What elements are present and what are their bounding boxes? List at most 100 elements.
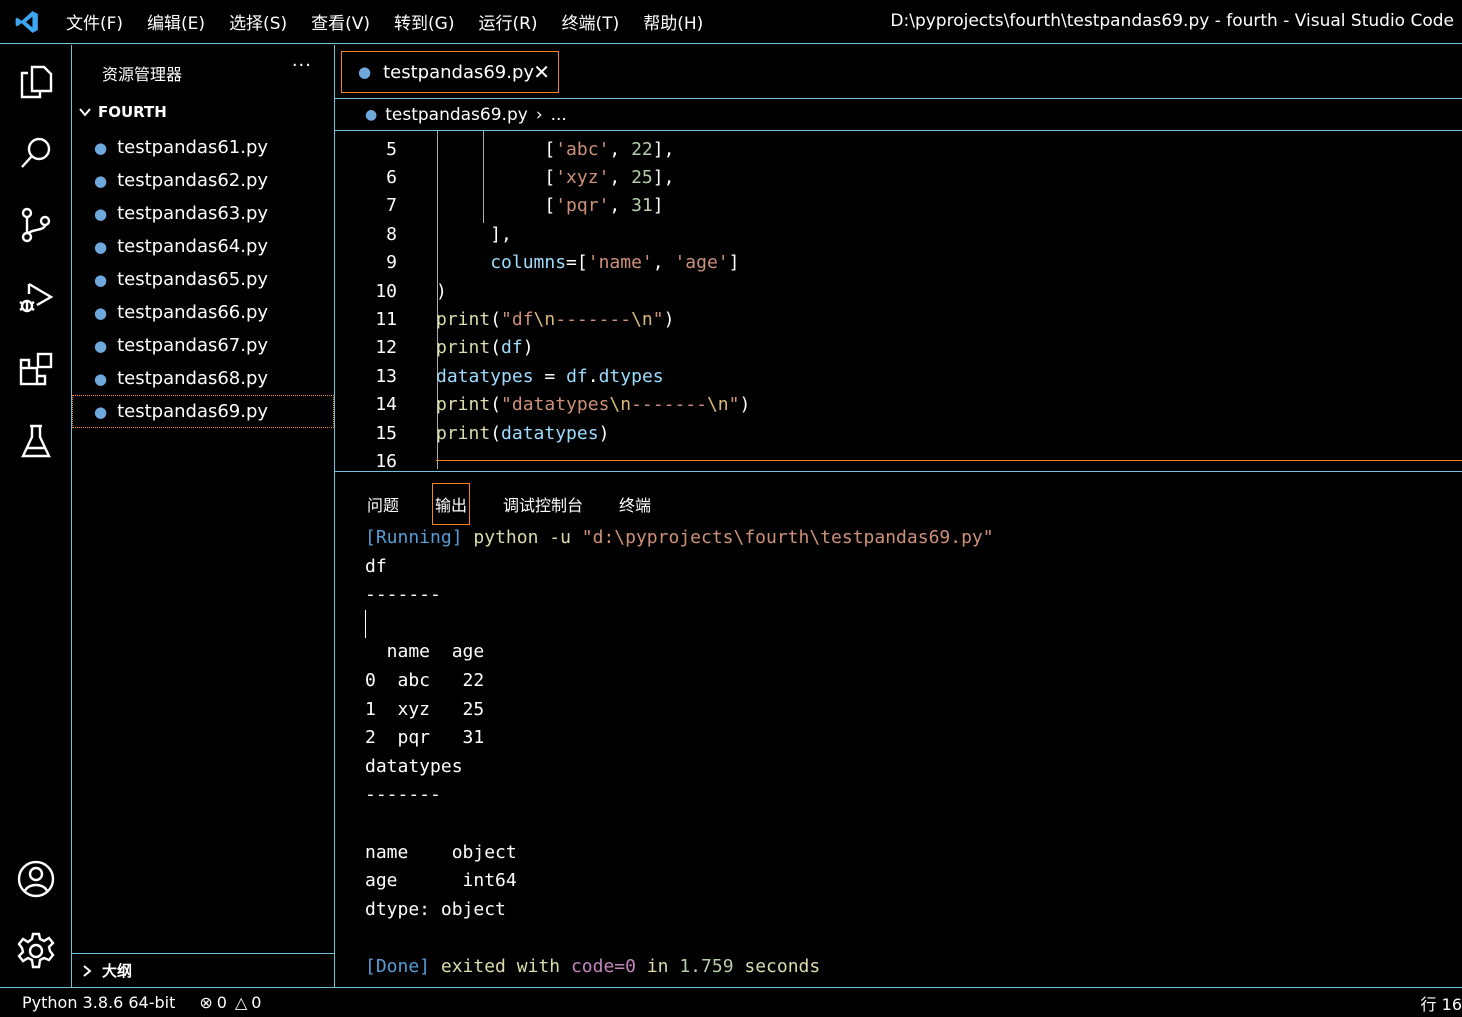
editor-area: ● testpandas69.py ✕ ● testpandas69.py › … [335, 45, 1462, 987]
output-line: name object [365, 841, 517, 863]
line-number: 7 [386, 195, 397, 216]
code-line: ['abc', 22], [544, 139, 675, 160]
output-line: 0 abc 22 [365, 669, 485, 691]
menu-file[interactable]: 文件(F) [54, 9, 135, 34]
file-item[interactable]: ● testpandas67.py [72, 329, 334, 362]
chevron-right-icon: › [535, 104, 543, 125]
run-path: "d:\pyprojects\fourth\testpandas69.py" [581, 527, 994, 548]
output-line: df [365, 555, 387, 577]
output-line: age int64 [365, 870, 517, 892]
file-item[interactable]: ● testpandas62.py [72, 164, 334, 197]
testing-icon[interactable] [14, 419, 58, 463]
cursor-position[interactable]: 行 16 [1421, 991, 1462, 1015]
menu-edit[interactable]: 编辑(E) [135, 9, 217, 34]
code-editor[interactable]: 5 ['abc', 22], 6 ['xyz', 25], 7 ['pqr', … [335, 131, 1462, 469]
menu-go[interactable]: 转到(G) [382, 9, 466, 34]
file-name: testpandas69.py [117, 401, 269, 422]
tab-testpandas69[interactable]: ● testpandas69.py ✕ [341, 51, 559, 93]
file-item[interactable]: ● testpandas64.py [72, 230, 334, 263]
menu-run[interactable]: 运行(R) [466, 9, 549, 34]
folder-name: FOURTH [98, 103, 167, 121]
file-item[interactable]: ● testpandas65.py [72, 263, 334, 296]
file-item[interactable]: ● testpandas61.py [72, 131, 334, 164]
sidebar-title: 资源管理器 [102, 65, 183, 84]
code-line: datatypes = df.dtypes [436, 366, 664, 387]
tab-debug-console[interactable]: 调试控制台 [501, 484, 585, 524]
code-line: print("datatypes\n-------\n") [436, 394, 751, 415]
menu-help[interactable]: 帮助(H) [631, 9, 715, 34]
code-line: print("df\n-------\n") [436, 309, 675, 330]
folder-header[interactable]: FOURTH [78, 103, 167, 121]
done-seconds: seconds [744, 955, 821, 977]
python-file-icon: ● [94, 402, 108, 421]
more-actions-button[interactable]: ··· [292, 55, 312, 76]
code-line: ['pqr', 31] [544, 195, 664, 216]
breadcrumb-file[interactable]: testpandas69.py [385, 105, 528, 125]
menu-view[interactable]: 查看(V) [299, 9, 382, 34]
current-line-highlight [436, 460, 1462, 469]
code-line: ) [436, 281, 447, 302]
warning-icon: △ [234, 993, 248, 1012]
menu-bar: 文件(F) 编辑(E) 选择(S) 查看(V) 转到(G) 运行(R) 终端(T… [54, 9, 715, 34]
python-file-icon: ● [94, 138, 108, 157]
source-control-icon[interactable] [14, 203, 58, 247]
line-number: 9 [386, 252, 397, 273]
python-file-icon: ● [94, 369, 108, 388]
run-debug-icon[interactable] [14, 275, 58, 319]
chevron-right-icon [83, 964, 92, 977]
file-item[interactable]: ● testpandas66.py [72, 296, 334, 329]
output-line: name age [365, 641, 485, 663]
file-name: testpandas63.py [117, 203, 269, 224]
warning-count: 0 [251, 993, 262, 1012]
tab-label: testpandas69.py [383, 61, 535, 83]
output-log[interactable]: [Running] python -u "d:\pyprojects\fourt… [365, 524, 994, 982]
account-icon[interactable] [14, 857, 58, 901]
python-file-icon: ● [94, 171, 108, 190]
file-name: testpandas64.py [117, 236, 269, 257]
line-number: 14 [375, 394, 397, 415]
file-item[interactable]: ● testpandas68.py [72, 362, 334, 395]
breadcrumb-symbol[interactable]: ... [551, 105, 567, 125]
tab-output[interactable]: 输出 [432, 483, 471, 525]
line-number: 16 [375, 451, 397, 469]
output-line: 1 xyz 25 [365, 698, 485, 720]
python-file-icon: ● [94, 303, 108, 322]
settings-gear-icon[interactable] [14, 929, 58, 973]
python-file-icon: ● [94, 336, 108, 355]
python-file-icon: ● [358, 63, 372, 81]
tab-terminal[interactable]: 终端 [617, 484, 653, 524]
close-icon[interactable]: ✕ [533, 60, 550, 84]
bottom-panel: 问题 输出 调试控制台 终端 [Running] python -u "d:\p… [335, 471, 1462, 987]
outline-section-header[interactable]: 大纲 [72, 953, 334, 987]
explorer-icon[interactable] [14, 59, 58, 103]
menu-terminal[interactable]: 终端(T) [550, 9, 632, 34]
file-item-selected[interactable]: ● testpandas69.py [72, 395, 334, 428]
output-done-line: [Done] exited with code=0 in 1.759 secon… [365, 953, 994, 982]
line-number: 8 [386, 224, 397, 245]
error-icon: ⊗ [199, 993, 213, 1012]
python-interpreter[interactable]: Python 3.8.6 64-bit [0, 993, 187, 1012]
code-line: print(datatypes) [436, 423, 610, 444]
tab-problems[interactable]: 问题 [365, 484, 401, 524]
line-number: 12 [375, 337, 397, 358]
file-name: testpandas65.py [117, 269, 269, 290]
done-tag: [Done] [365, 955, 431, 977]
python-file-icon: ● [94, 204, 108, 223]
explorer-sidebar: 资源管理器 ··· FOURTH ● testpandas61.py ● testp… [72, 45, 335, 987]
done-in: in [646, 955, 669, 977]
menu-selection[interactable]: 选择(S) [217, 9, 299, 34]
done-text: exited with [440, 955, 561, 977]
search-icon[interactable] [14, 131, 58, 175]
file-item[interactable]: ● testpandas63.py [72, 197, 334, 230]
exit-code: code=0 [570, 955, 636, 977]
vscode-logo-icon [0, 0, 54, 44]
panel-tabs: 问题 输出 调试控制台 终端 [365, 483, 685, 525]
line-number: 11 [375, 309, 397, 330]
output-line: 2 pqr 31 [365, 727, 485, 749]
output-line: datatypes [365, 755, 463, 777]
problems-indicator[interactable]: ⊗ 0 △ 0 [187, 993, 273, 1012]
run-command: python -u [473, 527, 571, 548]
line-number: 13 [375, 366, 397, 387]
extensions-icon[interactable] [14, 347, 58, 391]
